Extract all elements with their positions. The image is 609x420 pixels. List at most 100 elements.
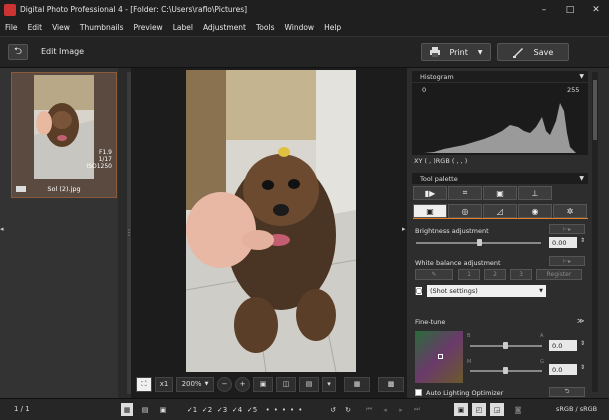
- filter-button[interactable]: ▾: [322, 376, 336, 392]
- rating-2-button[interactable]: ✓2: [200, 403, 214, 416]
- brightness-stepper-icon[interactable]: ⇕: [580, 237, 585, 244]
- grid-toggle-button[interactable]: ▤: [299, 376, 319, 392]
- brightness-reset-button[interactable]: ⊢▸: [549, 224, 585, 234]
- histogram-header: Histogram ▼: [412, 71, 588, 82]
- viewer-toolbar: ⛶ x1 200% ▼ − + ▣ ◫ ▤ ▾ ▦ ▩: [131, 373, 407, 395]
- tab-trim[interactable]: ⌗: [448, 186, 482, 200]
- save-label: Save: [533, 47, 554, 57]
- window-title: Digital Photo Professional 4 - [Folder: …: [20, 5, 248, 14]
- histogram-menu-icon[interactable]: ▼: [579, 73, 584, 80]
- compare-button[interactable]: ◫: [276, 376, 296, 392]
- rating-4-button[interactable]: ✓4: [230, 403, 244, 416]
- white-balance-reset-button[interactable]: ⊢▸: [549, 256, 585, 266]
- brightness-slider-knob[interactable]: [477, 239, 482, 246]
- back-arrow-icon: ⮌: [13, 45, 22, 57]
- zoom-out-button[interactable]: −: [217, 376, 232, 392]
- rating-1-button[interactable]: ✓1: [185, 403, 199, 416]
- layout-2-button[interactable]: ◰: [472, 403, 486, 416]
- tab-lens[interactable]: ◎: [448, 204, 482, 218]
- back-button[interactable]: ⮌: [8, 44, 28, 60]
- wb-select-arrow-icon: ▼: [539, 288, 543, 294]
- print-dropdown-icon[interactable]: ▼: [478, 49, 483, 56]
- finetune-value-2-input[interactable]: 0.0: [549, 364, 577, 375]
- tool-palette-menu-icon[interactable]: ▼: [579, 175, 584, 182]
- wb-register-button[interactable]: Register: [536, 269, 582, 280]
- minimize-button[interactable]: –: [531, 0, 557, 19]
- star-rating-dots[interactable]: •••••: [256, 403, 316, 416]
- thumbnail-card[interactable]: F1.9 1/17 ISO1250 Sol (2).jpg: [11, 72, 117, 198]
- tab-image-adjust[interactable]: ▣: [483, 186, 517, 200]
- finetune-picker-knob[interactable]: [438, 354, 443, 359]
- main-photo[interactable]: [186, 70, 356, 372]
- wb-preset-3-button[interactable]: 3: [510, 269, 532, 280]
- menu-thumbnails[interactable]: Thumbnails: [75, 23, 129, 32]
- rotate-left-button[interactable]: ↺: [326, 403, 340, 416]
- prev-image-button[interactable]: ◂: [378, 403, 392, 416]
- layout-1-button[interactable]: ▣: [454, 403, 468, 416]
- menu-preview[interactable]: Preview: [129, 23, 168, 32]
- single-view-button[interactable]: ▣: [156, 403, 170, 416]
- grid-view-button[interactable]: ▦: [121, 403, 133, 416]
- zoom-level-select[interactable]: 200% ▼: [176, 376, 214, 392]
- camera-mode-button[interactable]: ◙: [510, 403, 526, 416]
- tab-accent-line: [413, 218, 588, 219]
- menu-edit[interactable]: Edit: [23, 23, 48, 32]
- right-panel-scrollbar[interactable]: [592, 72, 598, 392]
- menu-tools[interactable]: Tools: [251, 23, 279, 32]
- tab-basic-adjust[interactable]: ▮▶: [413, 186, 447, 200]
- histogram-title: Histogram: [420, 72, 454, 81]
- menu-file[interactable]: File: [0, 23, 23, 32]
- brightness-value-input[interactable]: 0.00: [549, 237, 577, 248]
- title-bar: Digital Photo Professional 4 - [Folder: …: [0, 0, 609, 19]
- layout-3-button[interactable]: ◲: [490, 403, 504, 416]
- thumbnail-shutter: 1/17: [98, 156, 112, 163]
- alo-checkbox[interactable]: [415, 389, 422, 396]
- save-button[interactable]: Save: [497, 43, 569, 61]
- menu-view[interactable]: View: [47, 23, 75, 32]
- menu-window[interactable]: Window: [279, 23, 319, 32]
- page-count: 1 / 1: [14, 405, 30, 413]
- dog-photo: [186, 70, 356, 372]
- finetune-stepper-2-icon[interactable]: ⇕: [580, 364, 585, 371]
- maximize-button[interactable]: □: [557, 0, 583, 19]
- alo-reset-button[interactable]: ⮌: [549, 387, 585, 397]
- thumbnail-image: [34, 75, 94, 179]
- grid-overlay-button[interactable]: ▦: [344, 376, 370, 392]
- next-image-button[interactable]: ▸: [394, 403, 408, 416]
- tab-settings[interactable]: ✲: [553, 204, 587, 218]
- tab-brightness[interactable]: ▣: [413, 204, 447, 218]
- finetune-expand-icon[interactable]: ≫: [577, 317, 584, 325]
- wb-preset-2-button[interactable]: 2: [484, 269, 506, 280]
- finetune-label: Fine-tune: [415, 318, 446, 326]
- zoom-in-button[interactable]: +: [235, 376, 250, 392]
- rating-3-button[interactable]: ✓3: [215, 403, 229, 416]
- menu-help[interactable]: Help: [319, 23, 346, 32]
- list-view-button[interactable]: ▤: [138, 403, 152, 416]
- finetune-slider-1-knob[interactable]: [503, 342, 508, 349]
- finetune-stepper-1-icon[interactable]: ⇕: [580, 340, 585, 347]
- tab-color[interactable]: ◉: [518, 204, 552, 218]
- grip-icon[interactable]: ⋮: [125, 228, 133, 240]
- menu-label[interactable]: Label: [168, 23, 198, 32]
- wb-preset-value: (Shot settings): [430, 287, 478, 295]
- close-button[interactable]: ✕: [583, 0, 609, 19]
- wb-preset-select[interactable]: (Shot settings) ▼: [427, 285, 546, 297]
- zoom-1x-button[interactable]: x1: [155, 376, 173, 392]
- finetune-slider-2-knob[interactable]: [503, 367, 508, 374]
- tab-tone-curve[interactable]: ◿: [483, 204, 517, 218]
- print-button[interactable]: Print ▼: [421, 43, 491, 61]
- af-point-button[interactable]: ▣: [253, 376, 273, 392]
- last-image-button[interactable]: ⏭: [410, 403, 424, 416]
- tab-export[interactable]: ⊥: [518, 186, 552, 200]
- collapse-left-arrow-icon[interactable]: ◂: [0, 225, 7, 237]
- wb-preset-1-button[interactable]: 1: [458, 269, 480, 280]
- tool-palette-title: Tool palette: [420, 174, 458, 183]
- rotate-right-button[interactable]: ↻: [341, 403, 355, 416]
- scrollbar-thumb[interactable]: [593, 80, 597, 140]
- menu-adjustment[interactable]: Adjustment: [198, 23, 251, 32]
- first-image-button[interactable]: ⏮: [362, 403, 376, 416]
- finetune-value-1-input[interactable]: 0.0: [549, 340, 577, 351]
- eyedropper-button[interactable]: ✎: [415, 269, 453, 280]
- display-options-button[interactable]: ▩: [378, 376, 404, 392]
- fit-to-screen-button[interactable]: ⛶: [136, 376, 152, 392]
